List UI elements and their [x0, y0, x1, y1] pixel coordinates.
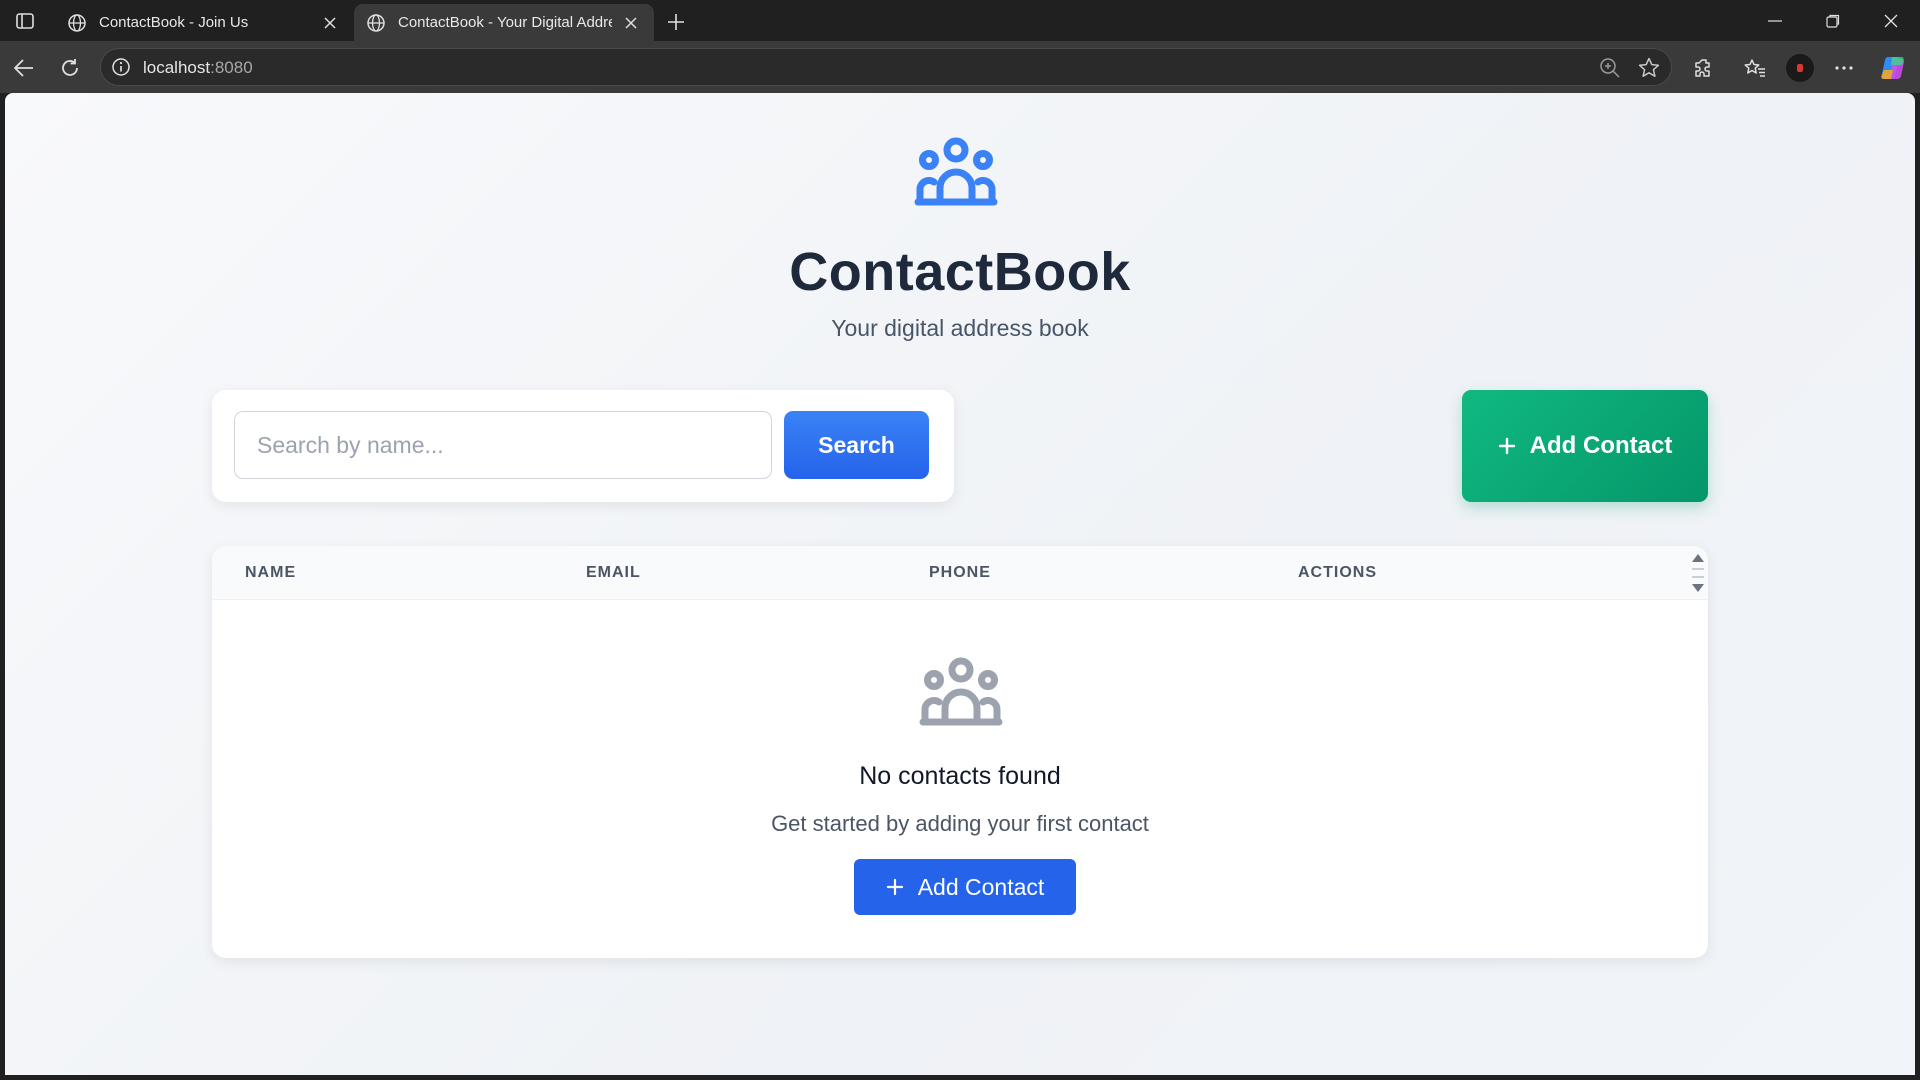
site-info-icon[interactable]	[111, 57, 131, 77]
browser-tab-contactbook[interactable]: ContactBook - Your Digital Addre	[354, 4, 654, 41]
search-button[interactable]: Search	[784, 411, 929, 479]
column-header-email[interactable]: EMAIL	[586, 564, 641, 582]
back-icon[interactable]	[7, 51, 41, 85]
page-title: ContactBook	[789, 242, 1131, 302]
plus-icon	[886, 878, 903, 896]
page-viewport: ContactBook Your digital address book Se…	[5, 93, 1915, 1075]
add-contact-button[interactable]: Add Contact	[1462, 390, 1708, 502]
restore-icon[interactable]	[1804, 0, 1862, 41]
url-text: localhost:8080	[143, 58, 253, 77]
add-contact-label: Add Contact	[1529, 432, 1673, 459]
empty-add-contact-button[interactable]: Add Contact	[854, 859, 1076, 915]
browser-tabbar: ContactBook - Join Us ContactBook - Your…	[0, 0, 1920, 41]
tab-actions-icon[interactable]	[12, 9, 38, 33]
browser-toolbar: localhost:8080	[0, 41, 1920, 93]
close-icon[interactable]	[319, 12, 341, 34]
page-subtitle: Your digital address book	[831, 315, 1089, 341]
extensions-icon[interactable]	[1687, 51, 1721, 85]
minimize-icon[interactable]	[1746, 0, 1804, 41]
search-panel: Search	[212, 390, 954, 502]
search-input[interactable]	[234, 411, 772, 479]
users-group-icon	[914, 137, 998, 206]
users-group-icon	[919, 657, 1003, 726]
zoom-icon[interactable]	[1599, 57, 1621, 79]
globe-icon	[68, 13, 86, 32]
new-tab-icon[interactable]	[662, 8, 690, 36]
globe-icon	[367, 13, 385, 32]
empty-state-title: No contacts found	[859, 762, 1061, 790]
tab-title: ContactBook - Join Us	[99, 14, 249, 31]
empty-add-contact-label: Add Contact	[917, 873, 1045, 900]
favorites-icon[interactable]	[1738, 51, 1772, 85]
favorite-star-icon[interactable]	[1637, 56, 1661, 80]
empty-state-subtitle: Get started by adding your first contact	[771, 811, 1149, 836]
column-header-actions: ACTIONS	[1298, 564, 1377, 581]
contacts-table: NAME EMAIL PHONE ACTIONS No contacts fou…	[212, 546, 1708, 958]
window-bottom-edge	[0, 1075, 1920, 1080]
address-bar[interactable]: localhost:8080	[100, 48, 1672, 86]
copilot-icon[interactable]	[1876, 51, 1910, 85]
tab-title: ContactBook - Your Digital Addre	[398, 14, 612, 31]
column-header-phone[interactable]: PHONE	[929, 564, 991, 582]
scroll-arrows-icon[interactable]	[1690, 550, 1706, 596]
profile-avatar[interactable]	[1786, 54, 1814, 82]
column-header-name[interactable]: NAME	[245, 564, 296, 582]
reload-icon[interactable]	[53, 51, 87, 85]
browser-tab-join-us[interactable]: ContactBook - Join Us	[55, 4, 353, 41]
more-menu-icon[interactable]	[1827, 51, 1861, 85]
close-icon[interactable]	[620, 12, 642, 34]
window-close-icon[interactable]	[1862, 0, 1920, 41]
plus-icon	[1498, 437, 1515, 455]
table-header: NAME EMAIL PHONE ACTIONS	[212, 546, 1708, 600]
